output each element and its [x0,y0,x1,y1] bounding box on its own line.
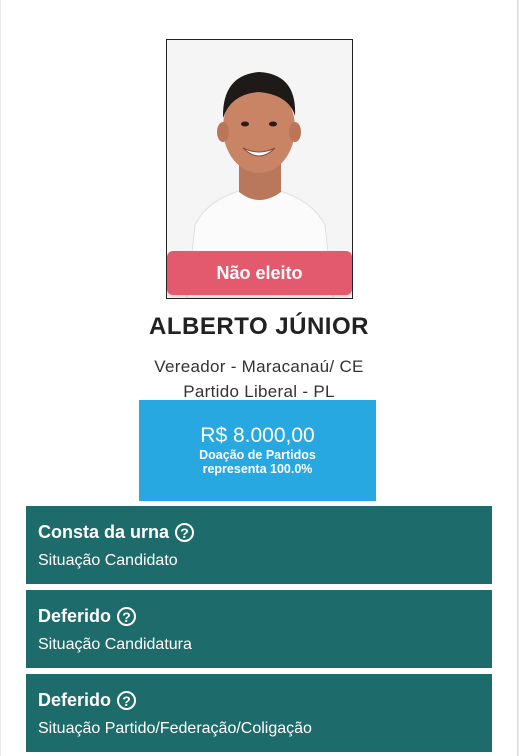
help-icon[interactable]: ? [117,691,137,710]
info-box-urna: Consta da urna ? Situação Candidato [26,506,492,584]
donation-percentage-label: representa 100.0% [202,462,313,476]
donation-source-label: Doação de Partidos [199,448,316,462]
candidate-name: ALBERTO JÚNIOR [149,313,369,340]
donation-summary: R$ 8.000,00 Doação de Partidos represent… [139,400,376,501]
candidate-photo: Não eleito [166,39,353,299]
info-box-subtitle: Situação Candidatura [38,636,192,653]
info-box-subtitle: Situação Candidato [38,552,178,569]
help-icon[interactable]: ? [175,523,195,542]
help-icon[interactable]: ? [117,607,137,626]
info-box-title: Consta da urna [38,522,170,542]
candidate-office: Vereador - Maracanaú/ CE [154,357,364,376]
candidate-party: Partido Liberal - PL [183,382,335,401]
info-box-subtitle: Situação Partido/Federação/Coligação [38,720,312,737]
info-box-title: Deferido [38,606,112,626]
info-box-title: Deferido [38,690,112,710]
info-box-candidatura: Deferido ? Situação Candidatura [26,590,492,668]
candidate-card: Não eleito ALBERTO JÚNIOR Vereador - Mar… [1,0,518,756]
election-status-badge: Não eleito [167,251,352,295]
donation-amount: R$ 8.000,00 [200,424,315,447]
info-box-partido: Deferido ? Situação Partido/Federação/Co… [26,674,492,752]
